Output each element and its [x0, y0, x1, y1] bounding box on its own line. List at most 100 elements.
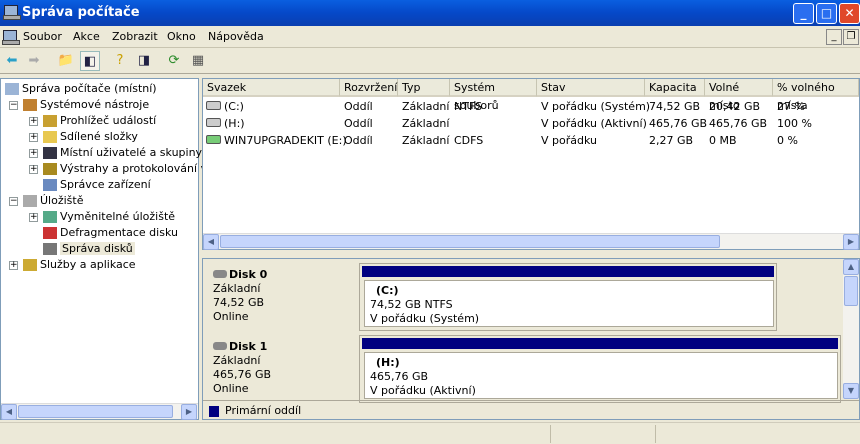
- column-header[interactable]: Rozvržení: [340, 79, 398, 97]
- tree-item[interactable]: Místní uživatelé a skupiny: [43, 145, 202, 161]
- list-horizontal-scrollbar[interactable]: ◀ ▶: [203, 233, 859, 250]
- column-header[interactable]: Typ: [398, 79, 450, 97]
- tree-item[interactable]: Správa disků: [43, 241, 135, 257]
- disk-state: Online: [213, 310, 249, 323]
- disk-name: Disk 1: [229, 340, 268, 353]
- expand-toggle[interactable]: −: [9, 101, 18, 110]
- minimize-button[interactable]: _: [793, 3, 814, 24]
- menu-napoveda[interactable]: Nápověda: [208, 30, 264, 43]
- expand-toggle[interactable]: +: [29, 117, 38, 126]
- tree-item[interactable]: Systémové nástroje: [23, 97, 149, 113]
- scroll-left-button[interactable]: ◀: [203, 234, 219, 250]
- column-header[interactable]: Volné místo: [705, 79, 773, 112]
- disk-size: 74,52 GB: [213, 296, 265, 309]
- child-minimize-button[interactable]: _: [826, 29, 842, 45]
- table-cell: V pořádku (Systém): [541, 100, 651, 113]
- primary-partition-bar: [362, 266, 774, 277]
- help-icon[interactable]: ?: [110, 51, 130, 71]
- table-cell: 465,76 GB: [709, 117, 768, 130]
- table-cell: 465,76 GB: [649, 117, 708, 130]
- expand-toggle[interactable]: +: [29, 133, 38, 142]
- partition-block[interactable]: (C:) 74,52 GB NTFS V pořádku (Systém): [364, 280, 774, 327]
- up-folder-icon[interactable]: 📁: [56, 51, 76, 71]
- column-header[interactable]: Systém souborů: [450, 79, 537, 112]
- expand-toggle[interactable]: +: [29, 165, 38, 174]
- partition-state: V pořádku (Systém): [370, 312, 480, 325]
- tree-node-icon: [23, 99, 37, 111]
- back-icon[interactable]: ⬅: [2, 51, 22, 71]
- tree-node-icon: [23, 195, 37, 207]
- scroll-thumb[interactable]: [18, 405, 173, 418]
- scroll-right-button[interactable]: ▶: [843, 234, 859, 250]
- tree-item[interactable]: Sdílené složky: [43, 129, 138, 145]
- console-tree: Správa počítače (místní) − Systémové nástr…: [0, 78, 214, 420]
- status-bar: [0, 422, 860, 444]
- tree-item[interactable]: Úložiště: [23, 193, 83, 209]
- expand-toggle[interactable]: +: [9, 261, 18, 270]
- disk-label[interactable]: Disk 1 Základní 465,76 GB Online: [205, 335, 357, 403]
- maximize-button[interactable]: □: [816, 3, 837, 24]
- scroll-down-button[interactable]: ▼: [843, 383, 859, 399]
- tree-item-label: Úložiště: [40, 194, 84, 207]
- tree-node-icon: [43, 227, 57, 239]
- expand-toggle[interactable]: −: [9, 197, 18, 206]
- scroll-left-button[interactable]: ◀: [1, 404, 17, 420]
- scroll-right-button[interactable]: ▶: [181, 404, 197, 420]
- tree-item[interactable]: Služby a aplikace: [23, 257, 136, 273]
- disk-type: Základní: [213, 354, 261, 367]
- app-menu-icon[interactable]: [2, 30, 20, 45]
- properties-icon[interactable]: ▦: [188, 51, 208, 71]
- disk-label[interactable]: Disk 0 Základní 74,52 GB Online: [205, 263, 357, 331]
- scroll-thumb[interactable]: [844, 276, 858, 306]
- expand-toggle[interactable]: +: [29, 213, 38, 222]
- scroll-thumb[interactable]: [220, 235, 720, 248]
- tree-horizontal-scrollbar[interactable]: ◀ ▶: [1, 403, 198, 420]
- table-cell: V pořádku: [541, 134, 597, 147]
- table-cell: Základní: [402, 100, 450, 113]
- menu-soubor[interactable]: Soubor: [23, 30, 62, 43]
- menu-akce[interactable]: Akce: [73, 30, 100, 43]
- tree-item[interactable]: Prohlížeč událostí: [43, 113, 156, 129]
- tree-item-label: Místní uživatelé a skupiny: [60, 146, 203, 159]
- tree-item[interactable]: Vyměnitelné úložiště: [43, 209, 175, 225]
- title-bar: Správa počítače _ □ ✕: [0, 0, 860, 26]
- disk-vertical-scrollbar[interactable]: ▲ ▼: [843, 259, 859, 399]
- column-header[interactable]: % volného místa: [773, 79, 859, 112]
- disk-icon: [213, 342, 227, 350]
- tree-item-label: Systémové nástroje: [40, 98, 150, 111]
- tree-item-label: Sdílené složky: [60, 130, 138, 143]
- table-cell: Základní: [402, 134, 450, 147]
- column-header[interactable]: Stav: [537, 79, 645, 97]
- partition-block[interactable]: (H:) 465,76 GB V pořádku (Aktivní): [364, 352, 838, 399]
- menu-zobrazit[interactable]: Zobrazit: [112, 30, 158, 43]
- action-pane-icon[interactable]: ◨: [134, 51, 154, 71]
- partition-name: (C:): [376, 284, 399, 297]
- refresh-icon[interactable]: ⟳: [164, 51, 184, 71]
- column-header[interactable]: Kapacita: [645, 79, 705, 97]
- tree-item-label: Prohlížeč událostí: [60, 114, 157, 127]
- child-restore-button[interactable]: ❐: [843, 29, 859, 45]
- column-header[interactable]: Svazek: [203, 79, 340, 97]
- scroll-up-button[interactable]: ▲: [843, 259, 859, 275]
- legend: Primární oddíl: [203, 400, 859, 419]
- table-cell: WIN7UPGRADEKIT (E:): [224, 134, 347, 147]
- tree-node-icon: [43, 163, 57, 175]
- table-cell: (H:): [224, 117, 245, 130]
- close-button[interactable]: ✕: [839, 3, 860, 24]
- show-tree-icon[interactable]: ◧: [80, 51, 100, 71]
- tree-item[interactable]: Výstrahy a protokolování vý: [43, 161, 214, 177]
- partition-size: 465,76 GB: [370, 370, 429, 383]
- expand-toggle[interactable]: +: [29, 149, 38, 158]
- table-row[interactable]: WIN7UPGRADEKIT (E:) Oddíl Základní CDFS V po…: [203, 132, 859, 149]
- forward-icon[interactable]: ➡: [24, 51, 44, 71]
- tree-item[interactable]: Defragmentace disku: [43, 225, 178, 241]
- table-cell: Oddíl: [344, 134, 373, 147]
- tree-item-label: Služby a aplikace: [40, 258, 136, 271]
- toolbar: ⬅ ➡ 📁 ◧ ? ◨ ⟳ ▦: [0, 48, 860, 74]
- table-row[interactable]: (H:) Oddíl Základní V pořádku (Aktivní) 465,…: [203, 115, 859, 132]
- disk-name: Disk 0: [229, 268, 268, 281]
- table-row[interactable]: (C:) Oddíl Základní NTFS V pořádku (Systém) 7…: [203, 98, 859, 115]
- menu-okno[interactable]: Okno: [167, 30, 196, 43]
- tree-item[interactable]: Správa počítače (místní): [5, 81, 157, 97]
- tree-item[interactable]: Správce zařízení: [43, 177, 151, 193]
